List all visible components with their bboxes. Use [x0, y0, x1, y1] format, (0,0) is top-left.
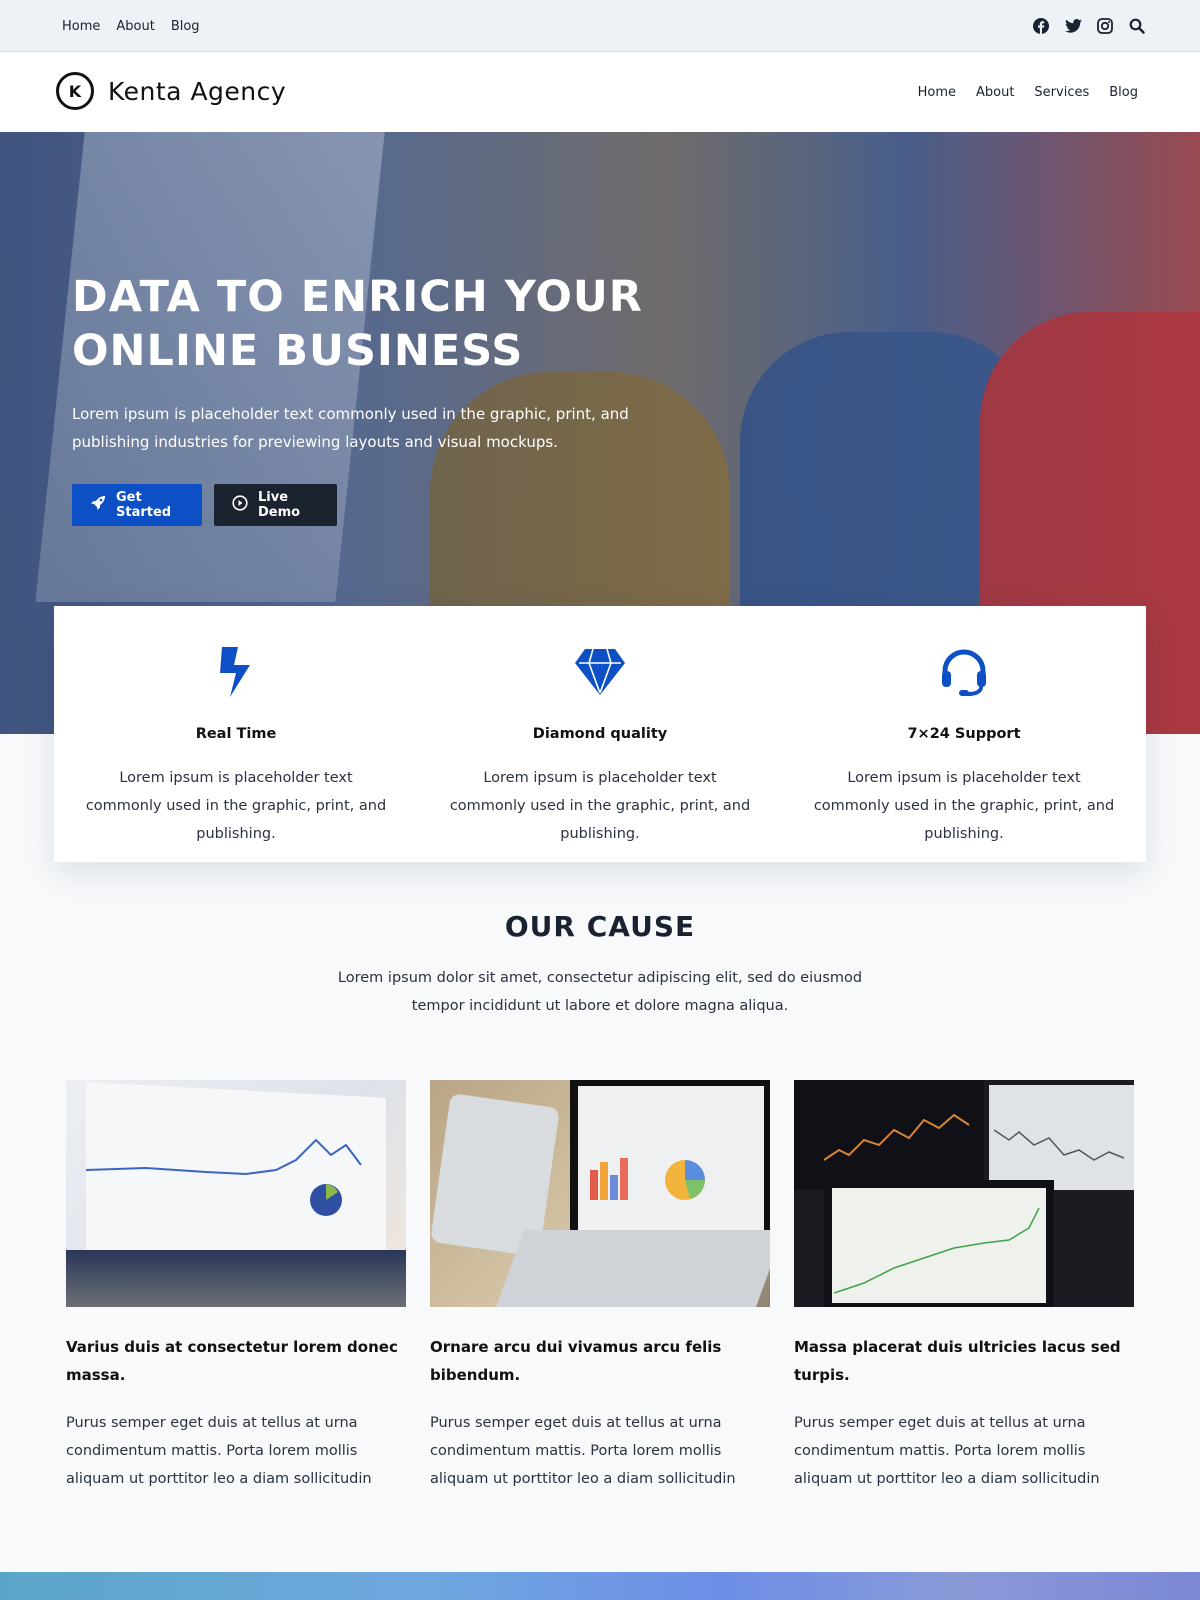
search-icon[interactable]: [1128, 17, 1146, 35]
instagram-icon[interactable]: [1096, 17, 1114, 35]
card-title[interactable]: Massa placerat duis ultricies lacus sed …: [794, 1333, 1134, 1389]
card-text: Purus semper eget duis at tellus at urna…: [430, 1415, 736, 1487]
card-text: Purus semper eget duis at tellus at urna…: [66, 1415, 372, 1487]
hero-title: DATA TO ENRICH YOUR ONLINE BUSINESS: [72, 272, 643, 376]
facebook-icon[interactable]: [1032, 17, 1050, 35]
feature-text: Lorem ipsum is placeholder text commonly…: [813, 770, 1115, 842]
live-demo-button[interactable]: Live Demo: [214, 484, 337, 526]
main-nav-blog[interactable]: Blog: [1109, 85, 1138, 100]
play-circle-icon: [232, 495, 248, 515]
features-card: Real Time Lorem ipsum is placeholder tex…: [54, 606, 1146, 862]
site-logo[interactable]: K Kenta Agency: [56, 72, 286, 110]
get-started-button[interactable]: Get Started: [72, 484, 202, 526]
diamond-icon: [418, 646, 782, 698]
cause-card[interactable]: Massa placerat duis ultricies lacus sed …: [794, 1080, 1134, 1493]
top-nav-blog[interactable]: Blog: [171, 19, 200, 34]
headset-icon: [782, 646, 1146, 698]
card-image: [430, 1080, 770, 1307]
top-nav: Home About Blog: [62, 0, 200, 52]
feature-title: Diamond quality: [532, 726, 668, 742]
main-nav: Home About Services Blog: [918, 52, 1138, 132]
cause-card[interactable]: Varius duis at consectetur lorem donec m…: [66, 1080, 406, 1493]
section-subtitle: Lorem ipsum dolor sit amet, consectetur …: [337, 970, 863, 1014]
feature-item: 7×24 Support Lorem ipsum is placeholder …: [782, 606, 1146, 862]
top-bar: Home About Blog: [0, 0, 1200, 52]
logo-mark: K: [56, 72, 94, 110]
card-text: Purus semper eget duis at tellus at urna…: [794, 1415, 1100, 1487]
bottom-banner-strip: [0, 1572, 1200, 1600]
rocket-icon: [90, 495, 106, 515]
feature-text: Lorem ipsum is placeholder text commonly…: [85, 770, 387, 842]
feature-title: Real Time: [195, 726, 277, 742]
feature-text: Lorem ipsum is placeholder text commonly…: [449, 770, 751, 842]
twitter-icon[interactable]: [1064, 17, 1082, 35]
feature-item: Real Time Lorem ipsum is placeholder tex…: [54, 606, 418, 862]
site-header: K Kenta Agency Home About Services Blog: [0, 52, 1200, 132]
top-nav-home[interactable]: Home: [62, 19, 100, 34]
card-image: [66, 1080, 406, 1307]
card-title[interactable]: Ornare arcu dui vivamus arcu felis biben…: [430, 1333, 770, 1389]
main-nav-about[interactable]: About: [976, 85, 1014, 100]
cause-cards: Varius duis at consectetur lorem donec m…: [66, 1080, 1134, 1493]
card-image: [794, 1080, 1134, 1307]
cause-card[interactable]: Ornare arcu dui vivamus arcu felis biben…: [430, 1080, 770, 1493]
site-name: Kenta Agency: [108, 76, 287, 106]
feature-title: 7×24 Support: [907, 726, 1021, 742]
get-started-label: Get Started: [116, 490, 172, 520]
section-title: OUR CAUSE: [504, 910, 696, 943]
social-links: [1032, 0, 1146, 52]
live-demo-label: Live Demo: [258, 490, 301, 520]
feature-item: Diamond quality Lorem ipsum is placehold…: [418, 606, 782, 862]
main-nav-home[interactable]: Home: [918, 85, 956, 100]
main-nav-services[interactable]: Services: [1034, 85, 1089, 100]
top-nav-about[interactable]: About: [116, 19, 154, 34]
lightning-icon: [54, 646, 418, 698]
card-title[interactable]: Varius duis at consectetur lorem donec m…: [66, 1333, 406, 1389]
hero-description: Lorem ipsum is placeholder text commonly…: [72, 405, 629, 451]
